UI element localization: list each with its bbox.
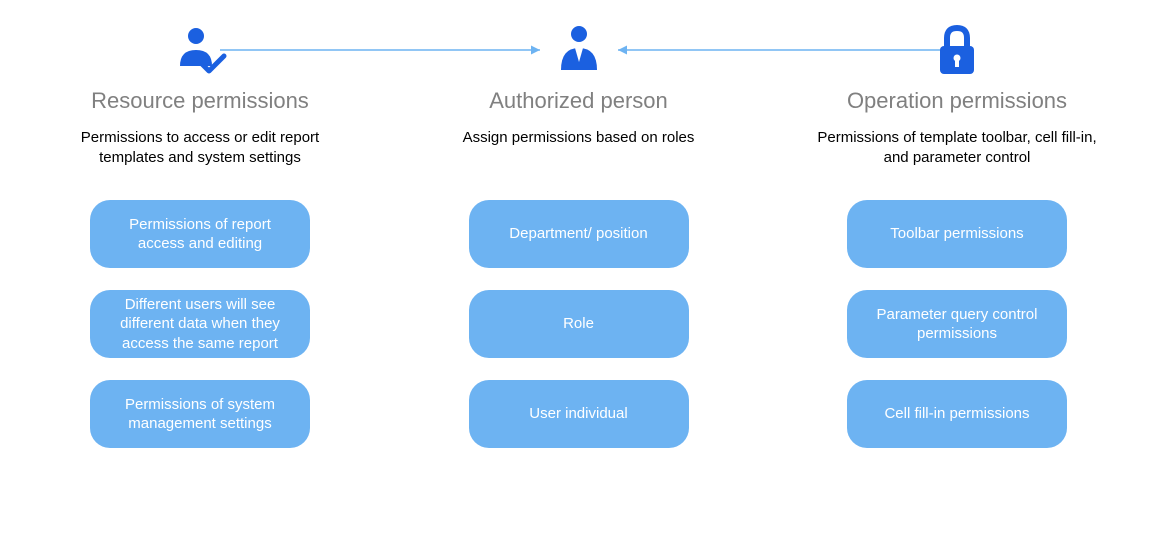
business-person-icon xyxy=(551,20,607,80)
pill-item: Permissions of report access and editing xyxy=(90,200,310,268)
pill-item: Department/ position xyxy=(469,200,689,268)
pill-item: Different users will see different data … xyxy=(90,290,310,358)
pill-item: Parameter query control permissions xyxy=(847,290,1067,358)
pill-item: Permissions of system management setting… xyxy=(90,380,310,448)
column-resource: Resource permissions Permissions to acce… xyxy=(40,20,360,470)
column-desc: Permissions to access or edit report tem… xyxy=(50,128,350,170)
pill-item: User individual xyxy=(469,380,689,448)
column-title: Resource permissions xyxy=(91,88,309,114)
column-title: Authorized person xyxy=(489,88,668,114)
diagram-container: Resource permissions Permissions to acce… xyxy=(0,0,1157,490)
lock-icon xyxy=(932,20,982,80)
pill-item: Role xyxy=(469,290,689,358)
pill-item: Toolbar permissions xyxy=(847,200,1067,268)
column-authorized: Authorized person Assign permissions bas… xyxy=(419,20,739,470)
pill-item: Cell fill-in permissions xyxy=(847,380,1067,448)
column-title: Operation permissions xyxy=(847,88,1067,114)
user-check-icon xyxy=(172,20,228,80)
column-desc: Permissions of template toolbar, cell fi… xyxy=(807,128,1107,170)
column-desc: Assign permissions based on roles xyxy=(463,128,695,170)
column-operation: Operation permissions Permissions of tem… xyxy=(797,20,1117,470)
